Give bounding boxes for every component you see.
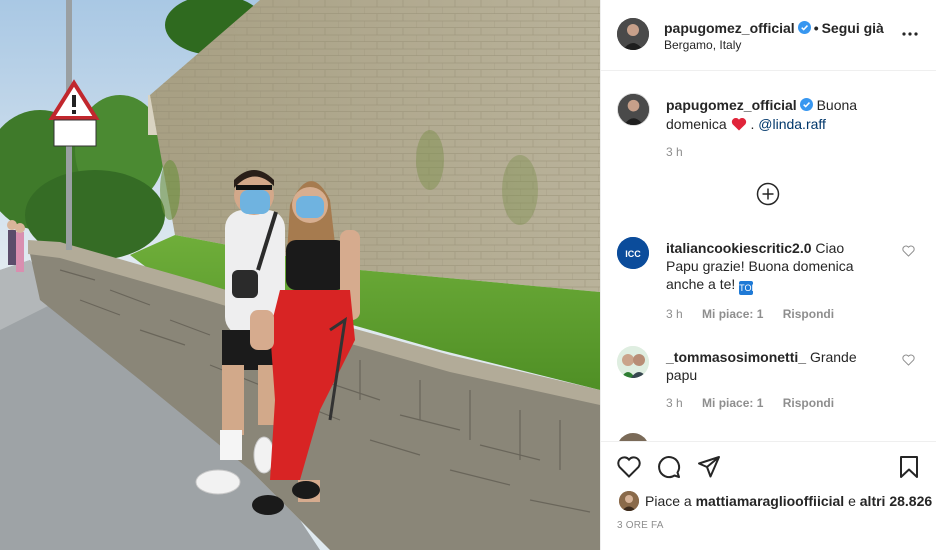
plus-circle-icon[interactable] [756,182,780,206]
comment-avatar[interactable] [617,346,649,378]
bookmark-icon[interactable] [896,454,922,480]
comment-meta: 3 h Mi piace: 1 Rispondi [666,307,850,321]
caption-mention-link[interactable]: @linda.raff [758,116,826,132]
photo-illustration [0,0,600,550]
caption-avatar[interactable] [617,93,650,126]
comment-item: _tommasosimonetti_ Grande papu 3 h Mi pi… [601,346,936,416]
comment-likes[interactable]: Mi piace: 1 [702,396,763,410]
comment-time[interactable]: 3 h [666,307,683,321]
comment-like-icon[interactable] [902,354,915,366]
share-icon[interactable] [696,454,722,480]
likes-prefix: Piace a [645,493,692,509]
top-emoji-icon: TOP [739,281,758,295]
comment-avatar[interactable]: ICC [617,237,649,269]
comments-section[interactable]: papugomez_official Buona domenica . @lin… [601,71,936,441]
likes-middle: e [848,493,856,509]
caption-text: papugomez_official Buona domenica . @lin… [666,96,896,134]
comment-text: _tommasosimonetti_ Grande papu [666,348,876,384]
liker-username[interactable]: mattiamaragliooffiicial [696,493,845,509]
following-button[interactable]: Segui già [822,20,884,36]
post-side-panel: papugomez_official • Segui già Bergamo, It… [600,0,936,550]
reply-button[interactable]: Rispondi [783,396,834,410]
post-actions: Piace a mattiamaragliooffiicial e altri … [601,441,936,550]
comment-meta: 3 h Mi piace: 1 Rispondi [666,396,850,410]
post-photo[interactable] [0,0,600,550]
caption-punctuation: . [746,116,759,132]
comment-icon[interactable] [656,454,682,480]
likes-count-link[interactable]: altri 28.826 [860,493,932,509]
likes-summary: Piace a mattiamaragliooffiicial e altri … [619,490,932,512]
verified-badge-icon [799,98,813,111]
header-separator: • [813,20,819,36]
caption-time[interactable]: 3 h [666,145,683,159]
post-location[interactable]: Bergamo, Italy [664,38,741,52]
post-timestamp[interactable]: 3 ORE FA [617,520,664,531]
header-user-line: papugomez_official • Segui già [664,20,884,36]
comment-likes[interactable]: Mi piace: 1 [702,307,763,321]
caption: papugomez_official Buona domenica . @lin… [601,71,936,181]
comment-item: ICC italiancookiescritic2.0 Ciao Papu gr… [601,237,936,327]
author-username[interactable]: papugomez_official [664,20,795,36]
comment-like-icon[interactable] [902,245,915,257]
post-header: papugomez_official • Segui già Bergamo, It… [601,0,936,71]
caption-username[interactable]: papugomez_official [666,97,797,113]
verified-badge-icon [797,21,811,34]
comment-avatar[interactable] [617,433,649,441]
more-horizontal-icon[interactable] [901,26,919,42]
comment-item-partial [601,433,936,441]
heart-icon[interactable] [616,454,642,480]
reply-button[interactable]: Rispondi [783,307,834,321]
svg-text:ICC: ICC [625,249,641,259]
comment-text: italiancookiescritic2.0 Ciao Papu grazie… [666,239,876,295]
comment-username[interactable]: italiancookiescritic2.0 [666,240,812,256]
comment-username[interactable]: _tommasosimonetti_ [666,349,806,365]
comment-time[interactable]: 3 h [666,396,683,410]
liker-avatar[interactable] [619,491,639,511]
instagram-post: papugomez_official • Segui già Bergamo, It… [0,0,936,550]
caption-meta: 3 h [666,145,699,159]
red-heart-emoji-icon [731,117,746,131]
author-avatar[interactable] [617,18,649,50]
